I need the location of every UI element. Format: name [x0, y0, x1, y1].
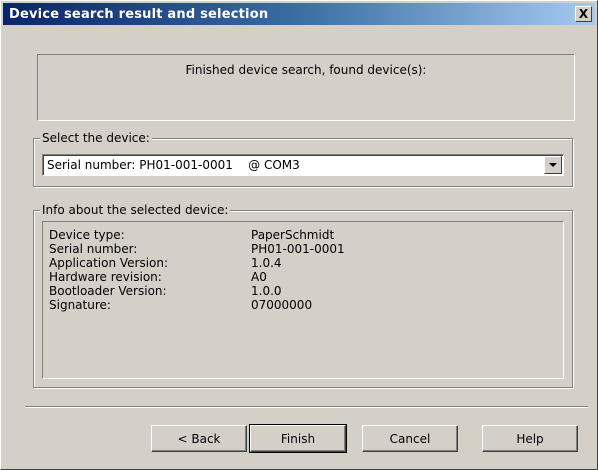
- info-label: Device type:: [49, 228, 125, 242]
- info-label: Bootloader Version:: [49, 284, 167, 298]
- help-button[interactable]: Help: [482, 425, 578, 452]
- button-separator: [25, 406, 588, 408]
- info-value: 1.0.4: [251, 256, 282, 270]
- info-value: 1.0.0: [251, 284, 282, 298]
- finish-button[interactable]: Finish: [249, 424, 347, 453]
- info-value: 07000000: [251, 298, 313, 312]
- device-selection-dialog: Device search result and selection X Fin…: [0, 0, 598, 470]
- window-title: Device search result and selection: [9, 6, 269, 22]
- info-label: Hardware revision:: [49, 270, 162, 284]
- device-info-legend: Info about the selected device:: [40, 203, 231, 217]
- device-info-panel: Device type: PaperSchmidt Serial number:…: [42, 221, 564, 379]
- close-button[interactable]: X: [575, 6, 592, 22]
- device-dropdown[interactable]: Serial number: PH01-001-0001 @ COM3: [42, 154, 564, 176]
- info-label: Application Version:: [49, 256, 169, 270]
- select-device-legend: Select the device:: [40, 131, 152, 145]
- info-label: Signature:: [49, 298, 111, 312]
- cancel-button[interactable]: Cancel: [362, 425, 458, 452]
- info-label: Serial number:: [49, 242, 138, 256]
- info-value: PH01-001-0001: [251, 242, 345, 256]
- chevron-down-icon: [549, 162, 557, 167]
- back-button[interactable]: < Back: [151, 425, 247, 452]
- status-panel: Finished device search, found device(s):: [37, 54, 575, 121]
- title-bar[interactable]: Device search result and selection X: [3, 3, 595, 25]
- dropdown-arrow-button[interactable]: [544, 156, 562, 174]
- info-value: A0: [251, 270, 267, 284]
- status-message: Finished device search, found device(s):: [185, 63, 427, 77]
- info-value: PaperSchmidt: [251, 228, 335, 242]
- device-info-group: Info about the selected device: Device t…: [33, 203, 573, 388]
- device-dropdown-value: Serial number: PH01-001-0001 @ COM3: [47, 158, 300, 172]
- close-icon: X: [578, 7, 589, 21]
- select-device-group: Select the device: Serial number: PH01-0…: [33, 131, 573, 187]
